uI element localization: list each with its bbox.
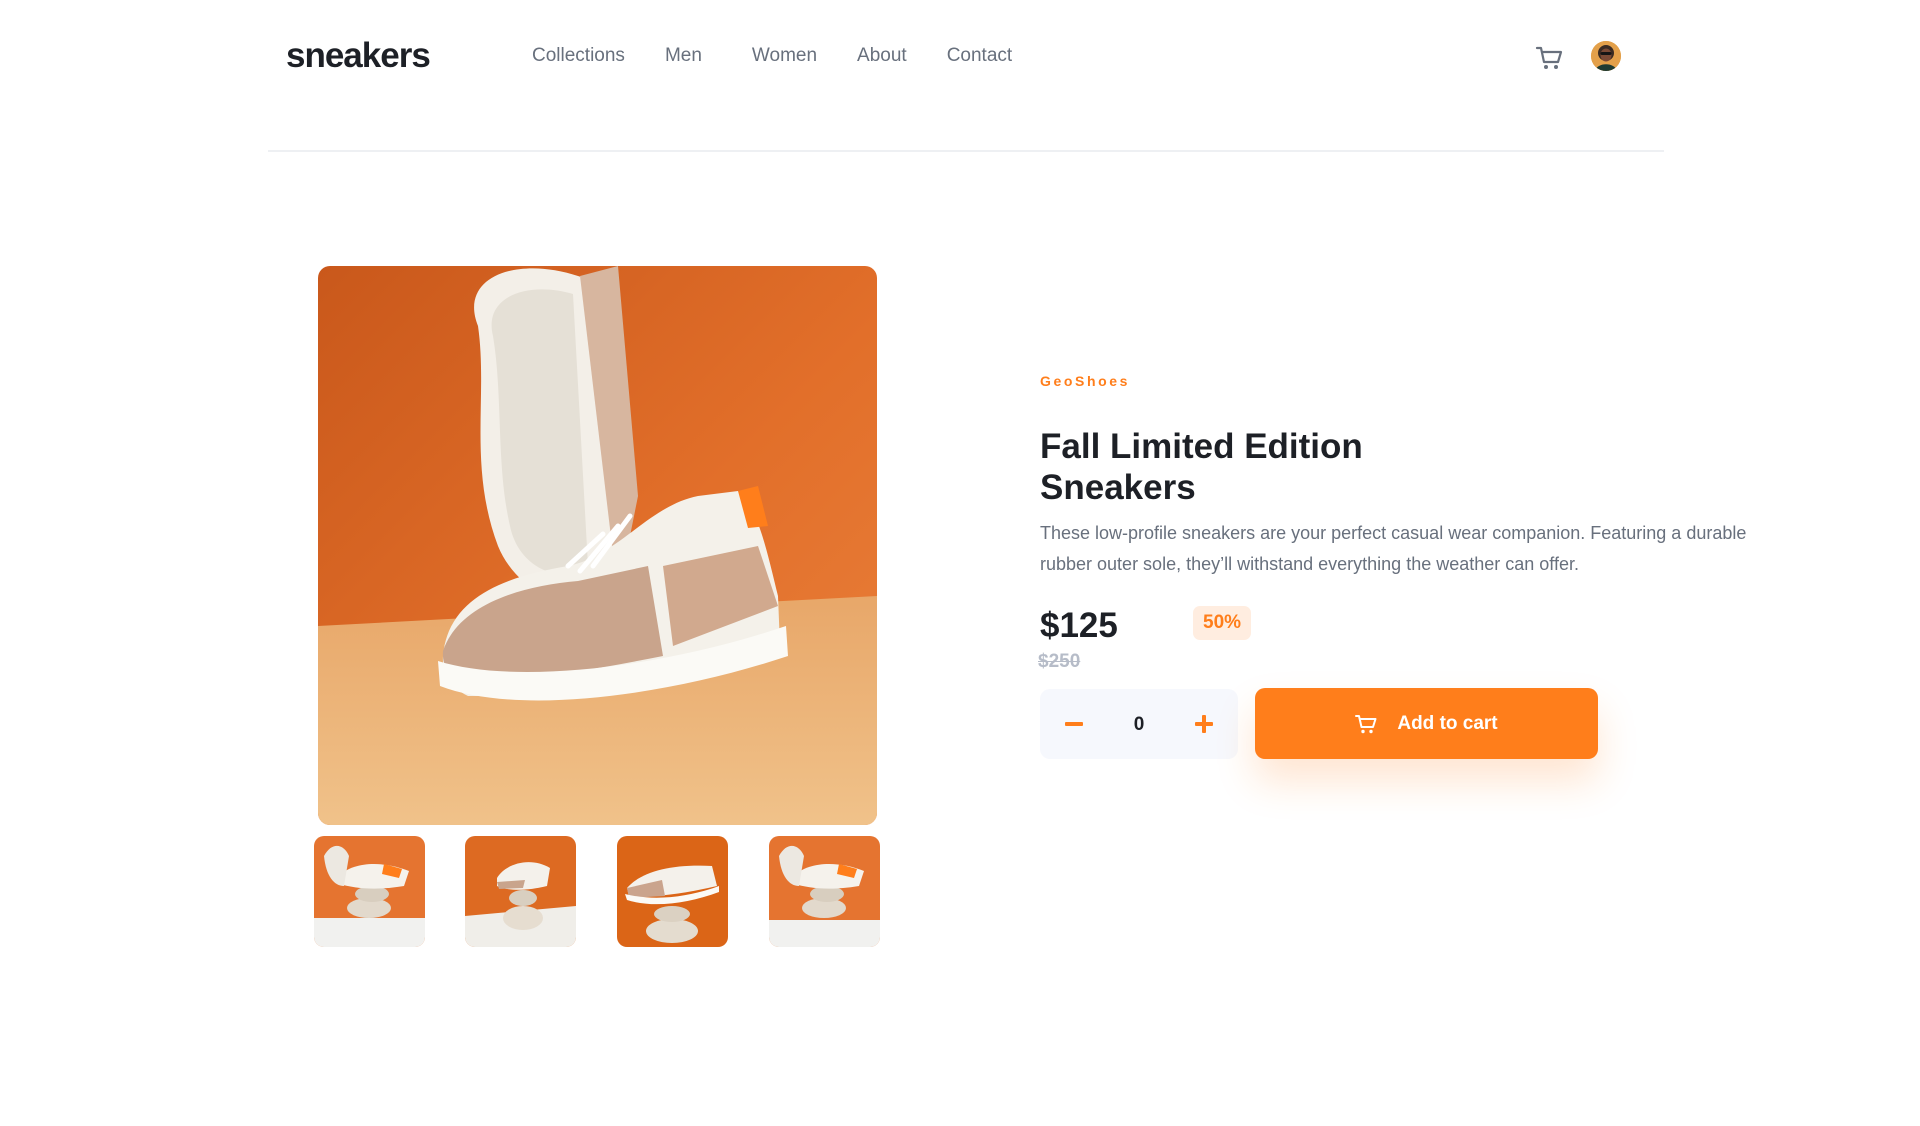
nav-item-contact[interactable]: Contact	[947, 42, 1012, 70]
thumbnail-1[interactable]	[314, 836, 425, 947]
add-to-cart-label: Add to cart	[1397, 712, 1498, 734]
discount-badge: 50%	[1193, 606, 1252, 640]
thumbnail-3[interactable]	[617, 836, 728, 947]
logo[interactable]: sneakers	[286, 32, 431, 80]
minus-icon[interactable]	[1040, 689, 1108, 759]
user-avatar[interactable]	[1591, 41, 1621, 71]
thumbnail-4[interactable]	[769, 836, 880, 947]
product-main-image[interactable]	[318, 266, 877, 825]
add-to-cart-button[interactable]: Add to cart	[1255, 688, 1598, 759]
quantity-value: 0	[1133, 714, 1145, 735]
site-header: sneakers Collections Men Women About Con…	[268, 0, 1664, 152]
nav-item-collections[interactable]: Collections	[532, 42, 625, 70]
product-description: These low-profile sneakers are your perf…	[1040, 523, 1747, 574]
product-title: Fall Limited Edition Sneakers	[1040, 426, 1460, 508]
nav-item-women[interactable]: Women	[752, 42, 817, 70]
nav-item-about[interactable]: About	[857, 42, 907, 70]
brand-label: GeoShoes	[1040, 373, 1131, 389]
thumbnail-2[interactable]	[465, 836, 576, 947]
current-price: $125	[1040, 606, 1118, 645]
original-price: $250	[1038, 651, 1081, 672]
product-title-line2: Sneakers	[1040, 468, 1196, 507]
main-nav: Collections Men Women About Contact	[532, 42, 1052, 70]
plus-icon[interactable]	[1170, 689, 1238, 759]
nav-item-men[interactable]: Men	[665, 42, 702, 70]
product-title-line1: Fall Limited Edition	[1040, 427, 1363, 466]
quantity-stepper: 0	[1040, 689, 1238, 759]
cart-icon[interactable]	[1534, 42, 1564, 72]
cart-icon	[1355, 714, 1377, 734]
